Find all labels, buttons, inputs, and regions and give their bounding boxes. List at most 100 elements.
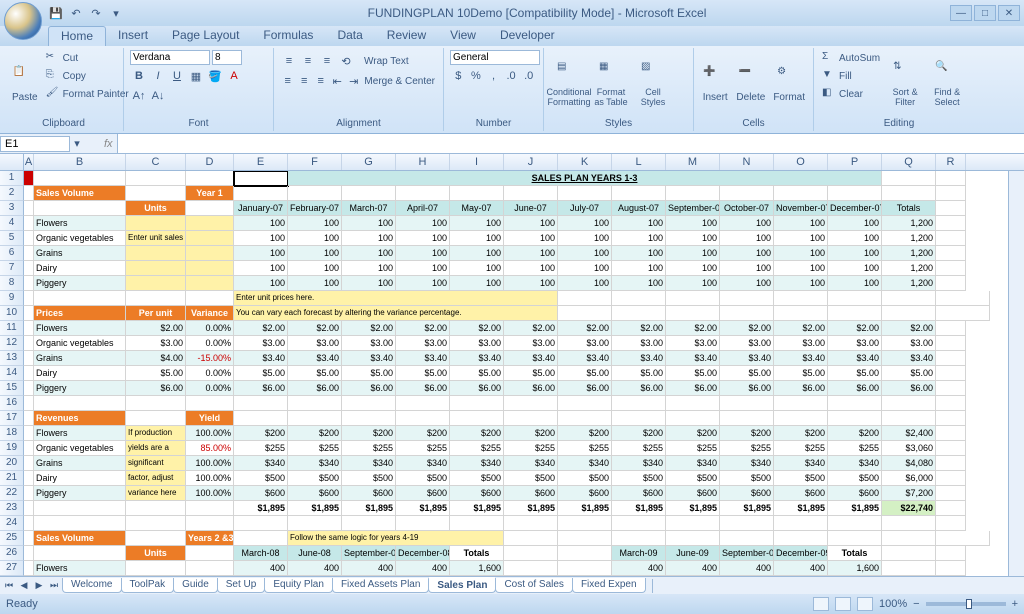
cell[interactable] — [936, 276, 966, 291]
zoom-out-button[interactable]: − — [913, 598, 919, 610]
cell[interactable]: $1,895 — [504, 501, 558, 516]
cell[interactable]: Sales Volume — [34, 531, 126, 546]
cell[interactable] — [828, 516, 882, 531]
cell[interactable]: $6.00 — [342, 381, 396, 396]
cell[interactable]: November-07 — [774, 201, 828, 216]
grow-font-button[interactable]: A↑ — [130, 87, 148, 105]
cell[interactable]: 1,200 — [882, 261, 936, 276]
column-header[interactable]: R — [936, 154, 966, 170]
qat-undo-icon[interactable]: ↶ — [68, 5, 84, 21]
cell[interactable]: $255 — [342, 441, 396, 456]
autosum-button[interactable]: ΣAutoSum — [820, 50, 882, 66]
cell[interactable] — [126, 246, 186, 261]
font-color-button[interactable]: A — [225, 67, 243, 85]
cell[interactable]: factor, adjust — [126, 471, 186, 486]
cell[interactable]: Years 2 &3 — [186, 531, 234, 546]
cell[interactable] — [936, 441, 966, 456]
cell[interactable] — [24, 351, 34, 366]
align-center-button[interactable]: ≡ — [296, 72, 311, 90]
cell[interactable]: 100 — [666, 276, 720, 291]
cell[interactable]: $2,400 — [882, 426, 936, 441]
column-header[interactable]: N — [720, 154, 774, 170]
cell[interactable]: Totals — [450, 546, 504, 561]
cell[interactable]: Yield — [186, 411, 234, 426]
view-pagebreak-button[interactable] — [857, 597, 873, 611]
cell[interactable]: 1,200 — [882, 231, 936, 246]
cell[interactable] — [666, 291, 720, 306]
cell[interactable]: 400 — [666, 561, 720, 576]
cell[interactable]: 100 — [720, 231, 774, 246]
cell[interactable]: $500 — [666, 471, 720, 486]
cell[interactable]: Piggery — [34, 381, 126, 396]
cell[interactable]: $3.00 — [774, 336, 828, 351]
row-header[interactable]: 11 — [0, 321, 24, 336]
cell[interactable] — [34, 501, 126, 516]
cell[interactable] — [936, 216, 966, 231]
cell[interactable] — [342, 396, 396, 411]
cell[interactable]: $1,895 — [342, 501, 396, 516]
cell[interactable] — [774, 396, 828, 411]
column-header[interactable]: K — [558, 154, 612, 170]
cell[interactable]: 400 — [342, 561, 396, 576]
comma-button[interactable]: , — [485, 67, 502, 85]
cell[interactable]: $5.00 — [828, 366, 882, 381]
row-header[interactable]: 14 — [0, 366, 24, 381]
cell[interactable]: March-09 — [612, 546, 666, 561]
cell[interactable] — [936, 501, 966, 516]
cell[interactable] — [936, 261, 966, 276]
cell[interactable] — [504, 411, 558, 426]
cell[interactable] — [936, 291, 990, 306]
cell[interactable]: $6,000 — [882, 471, 936, 486]
cell[interactable]: 1,200 — [882, 276, 936, 291]
percent-button[interactable]: % — [468, 67, 485, 85]
cell[interactable] — [720, 291, 774, 306]
bold-button[interactable]: B — [130, 67, 148, 85]
underline-button[interactable]: U — [168, 67, 186, 85]
cell[interactable]: $5.00 — [666, 366, 720, 381]
cell[interactable] — [558, 306, 612, 321]
sheet-tab[interactable]: Cost of Sales — [495, 578, 572, 593]
cell[interactable]: 100.00% — [186, 471, 234, 486]
cell[interactable]: 100 — [234, 276, 288, 291]
cell[interactable]: $1,895 — [828, 501, 882, 516]
format-as-table-button[interactable]: ▦Format as Table — [592, 50, 630, 118]
cell[interactable] — [126, 561, 186, 576]
cell[interactable]: $340 — [396, 456, 450, 471]
cell[interactable]: $255 — [828, 441, 882, 456]
cell[interactable]: 100 — [504, 261, 558, 276]
cell[interactable]: $340 — [612, 456, 666, 471]
cell[interactable]: 100 — [720, 276, 774, 291]
cell[interactable] — [186, 231, 234, 246]
cell[interactable]: $3.40 — [612, 351, 666, 366]
cell[interactable]: $3.00 — [396, 336, 450, 351]
cell[interactable]: $2.00 — [558, 321, 612, 336]
row-header[interactable]: 6 — [0, 246, 24, 261]
row-header[interactable]: 20 — [0, 456, 24, 471]
sheet-tab[interactable]: Fixed Assets Plan — [332, 578, 429, 593]
cell[interactable]: If production — [126, 426, 186, 441]
zoom-slider[interactable] — [926, 602, 1006, 606]
cell[interactable]: 400 — [396, 561, 450, 576]
format-cells-button[interactable]: ⚙Format — [771, 50, 807, 118]
cell[interactable]: $3.40 — [396, 351, 450, 366]
column-header[interactable]: G — [342, 154, 396, 170]
cell[interactable] — [612, 396, 666, 411]
cell[interactable]: Year 1 — [186, 186, 234, 201]
cell[interactable]: Revenues — [34, 411, 126, 426]
cell[interactable]: variance here — [126, 486, 186, 501]
cell[interactable]: 100 — [720, 261, 774, 276]
cell[interactable]: Prices — [34, 306, 126, 321]
maximize-button[interactable]: □ — [974, 5, 996, 21]
cell[interactable] — [34, 291, 126, 306]
cell[interactable]: $6.00 — [126, 381, 186, 396]
cell[interactable]: $3.40 — [234, 351, 288, 366]
cell[interactable]: $600 — [828, 486, 882, 501]
cell[interactable]: $2.00 — [720, 321, 774, 336]
close-button[interactable]: ✕ — [998, 5, 1020, 21]
insert-cells-button[interactable]: ➕Insert — [700, 50, 730, 118]
cell[interactable]: $600 — [612, 486, 666, 501]
cell[interactable]: 100 — [396, 246, 450, 261]
cell[interactable] — [612, 291, 666, 306]
cell[interactable] — [936, 546, 966, 561]
cell[interactable]: $5.00 — [396, 366, 450, 381]
